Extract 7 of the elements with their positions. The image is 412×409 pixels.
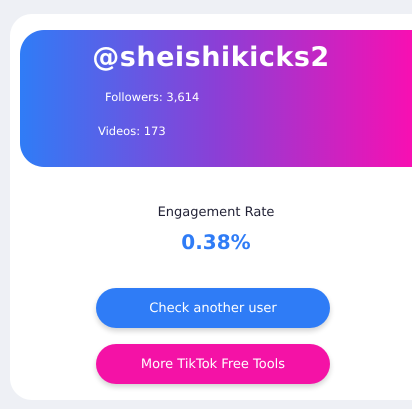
engagement-label: Engagement Rate <box>158 205 274 220</box>
more-tools-button[interactable]: More TikTok Free Tools <box>96 344 330 384</box>
videos-count: Videos: 173 <box>98 124 167 138</box>
engagement-value: 0.38% <box>181 230 251 254</box>
check-user-button[interactable]: Check another user <box>96 288 330 328</box>
username: @sheishikicks2 <box>92 42 330 73</box>
followers-count: Followers: 3,614 <box>105 90 200 104</box>
